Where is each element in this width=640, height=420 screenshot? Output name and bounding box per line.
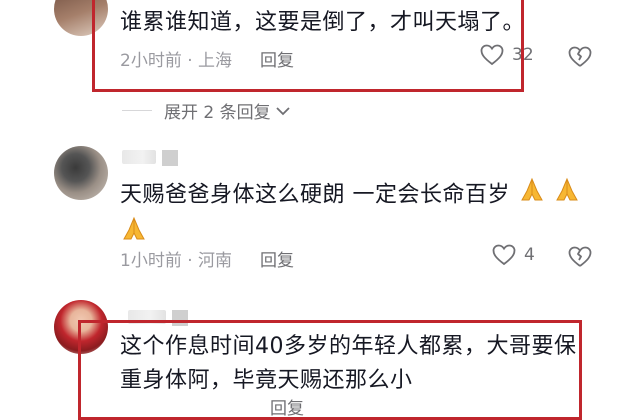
- comment-text-line: 天赐爸爸身体这么硬朗 一定会长命百岁: [120, 182, 510, 208]
- comment-2: 天赐爸爸身体这么硬朗 一定会长命百岁 1小时前 · 河南 回复 4: [0, 140, 640, 290]
- broken-heart-icon[interactable]: [568, 46, 592, 68]
- like-button[interactable]: 4: [492, 244, 535, 266]
- expand-replies-button[interactable]: 展开 2 条回复: [122, 98, 291, 123]
- comment-3: 这个作息时间40多岁的年轻人都累，大哥要保 重身体阿，毕竟天赐还那么小 回复: [0, 296, 640, 420]
- username-obscured: [122, 150, 178, 166]
- broken-heart-icon[interactable]: [568, 246, 592, 268]
- folded-hands-emoji: [553, 176, 581, 215]
- like-count: 4: [524, 245, 535, 265]
- chevron-down-icon: [275, 106, 290, 115]
- reply-button[interactable]: 回复: [260, 251, 294, 271]
- highlight-box: [92, 0, 524, 92]
- divider-line: [122, 110, 152, 111]
- heart-outline-icon: [492, 244, 516, 266]
- folded-hands-emoji: [518, 176, 546, 215]
- comment-text: 天赐爸爸身体这么硬朗 一定会长命百岁: [120, 176, 581, 254]
- avatar[interactable]: [54, 146, 108, 200]
- comment-1: 谁累谁知道，这要是倒了，才叫天塌了。 2小时前 · 上海 回复 32 展开 2 条…: [0, 0, 640, 123]
- comment-meta: 1小时前 · 河南 回复: [120, 246, 294, 271]
- expand-replies-label: 展开 2 条回复: [164, 103, 271, 123]
- comment-time-location: 1小时前 · 河南: [120, 251, 233, 271]
- highlight-box: [78, 320, 582, 420]
